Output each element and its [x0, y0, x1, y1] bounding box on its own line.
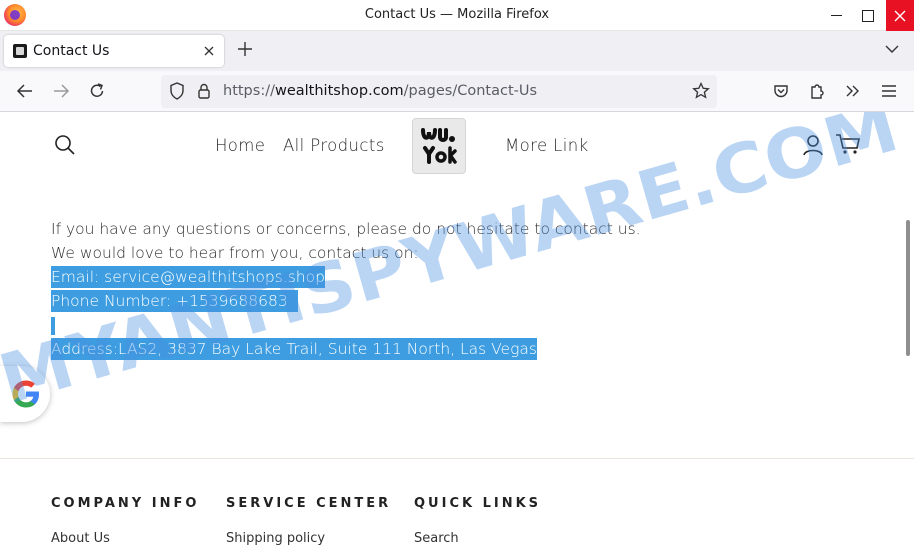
contact-address: Address:LAS2, 3837 Bay Lake Trail, Suite… [51, 338, 537, 360]
nav-home-link[interactable]: Home [215, 136, 265, 155]
contact-phone: Phone Number: +1539688683 [51, 290, 288, 312]
google-translate-tab[interactable] [0, 366, 50, 422]
pocket-icon[interactable] [771, 81, 791, 101]
shield-icon[interactable] [167, 81, 187, 101]
google-icon [12, 380, 39, 408]
navigation-toolbar: https://wealthitshop.com/pages/Contact-U… [0, 71, 914, 112]
contact-intro-text: If you have any questions or concerns, p… [51, 220, 641, 238]
plus-icon[interactable] [235, 39, 255, 59]
tab-contact-us[interactable]: Contact Us [4, 35, 224, 67]
title-bar: Contact Us — Mozilla Firefox [0, 0, 914, 31]
cart-icon[interactable] [835, 133, 861, 155]
url-text[interactable]: https://wealthitshop.com/pages/Contact-U… [223, 83, 537, 99]
star-icon[interactable] [691, 81, 711, 101]
menu-icon[interactable] [879, 81, 899, 101]
search-icon[interactable] [54, 134, 76, 156]
chevron-down-icon[interactable] [883, 40, 901, 58]
nav-all-products-link[interactable]: All Products [283, 136, 385, 155]
footer-shipping-policy-link[interactable]: Shipping policy [226, 531, 325, 546]
footer-company-info-heading: COMPANY INFO [51, 496, 200, 511]
lock-icon[interactable] [194, 81, 214, 101]
close-icon[interactable] [200, 42, 218, 60]
forward-arrow-icon[interactable] [51, 81, 71, 101]
contact-email: Email: service@wealthitshops.shop [51, 266, 325, 288]
url-domain: wealthitshop.com [274, 83, 404, 99]
maximize-button[interactable] [853, 0, 883, 31]
contact-invite-text: We would love to hear from you, contact … [51, 244, 419, 262]
footer-quick-links-heading: QUICK LINKS [414, 496, 542, 511]
site-favicon-icon [13, 44, 27, 58]
address-bar[interactable]: https://wealthitshop.com/pages/Contact-U… [161, 75, 717, 108]
back-arrow-icon[interactable] [15, 81, 35, 101]
extensions-icon[interactable] [807, 81, 827, 101]
window-title: Contact Us — Mozilla Firefox [364, 7, 550, 22]
account-icon[interactable] [802, 134, 824, 156]
logo-mark [417, 124, 461, 168]
site-footer: COMPANY INFO SERVICE CENTER QUICK LINKS … [0, 458, 914, 559]
footer-search-link[interactable]: Search [414, 531, 459, 546]
selection-blank-line [51, 316, 55, 335]
footer-about-us-link[interactable]: About Us [51, 531, 110, 546]
minimize-button[interactable] [821, 0, 851, 31]
nav-more-link[interactable]: More Link [505, 136, 589, 155]
reload-icon[interactable] [87, 81, 107, 101]
tab-label: Contact Us [33, 43, 110, 59]
selection-trailing-space [287, 290, 298, 312]
url-scheme: https:// [223, 83, 275, 99]
site-logo[interactable] [412, 118, 466, 174]
web-page: Home All Products More Link If you have … [0, 112, 914, 559]
browser-window: Contact Us — Mozilla Firefox Contact Us … [0, 0, 914, 559]
tab-bar: Contact Us [0, 31, 914, 71]
overflow-icon[interactable] [843, 81, 863, 101]
close-window-button[interactable] [886, 0, 914, 31]
url-path: /pages/Contact-Us [403, 83, 538, 99]
page-scrollbar[interactable] [906, 220, 910, 356]
footer-service-center-heading: SERVICE CENTER [226, 496, 392, 511]
close-icon [894, 10, 906, 21]
